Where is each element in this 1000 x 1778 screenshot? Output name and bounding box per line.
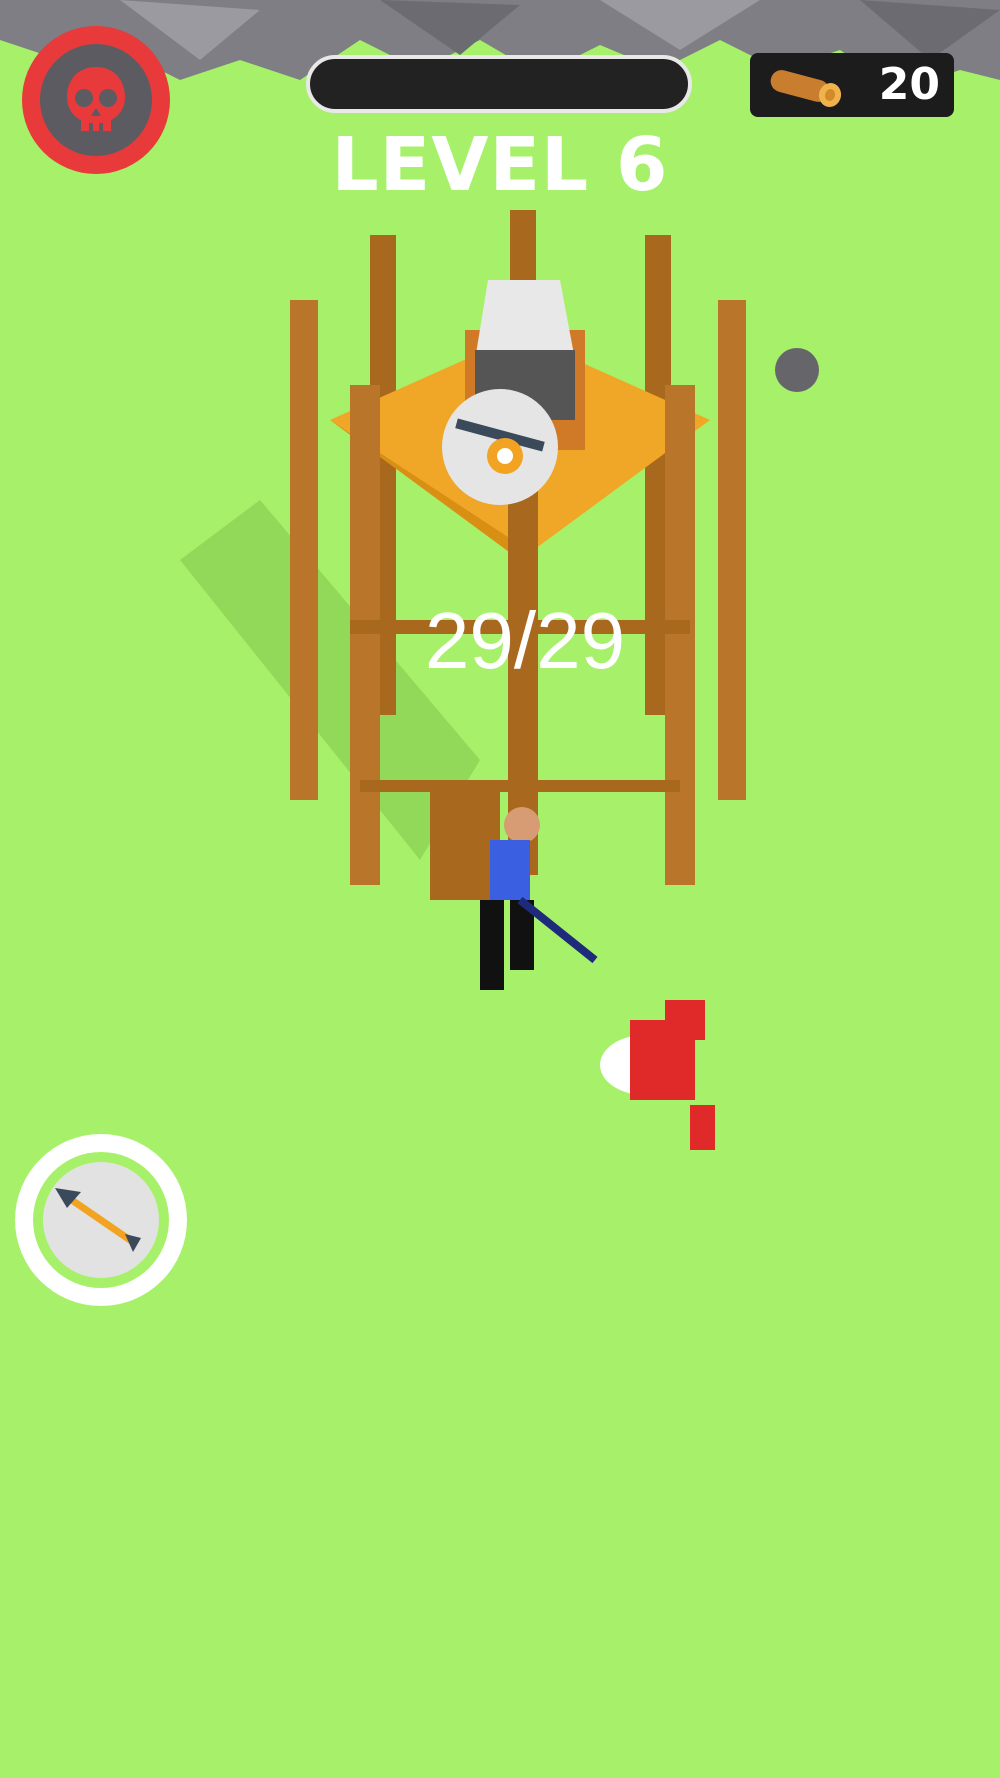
cannonball <box>775 348 819 392</box>
wooden-tower <box>290 210 746 885</box>
cannon-icon <box>442 389 558 505</box>
level-title: LEVEL 6 <box>331 122 669 208</box>
player-character <box>430 790 598 990</box>
enemy-character <box>600 1000 715 1150</box>
tower-capacity-label: 29/29 <box>424 596 626 685</box>
log-icon <box>770 70 842 107</box>
wood-counter: 20 <box>750 53 954 117</box>
weapon-button[interactable] <box>15 1134 187 1306</box>
game-scene <box>0 0 1000 1150</box>
weapon-button-art <box>25 1144 177 1296</box>
wood-count: 20 <box>878 59 940 110</box>
level-progress-bar <box>306 55 692 113</box>
